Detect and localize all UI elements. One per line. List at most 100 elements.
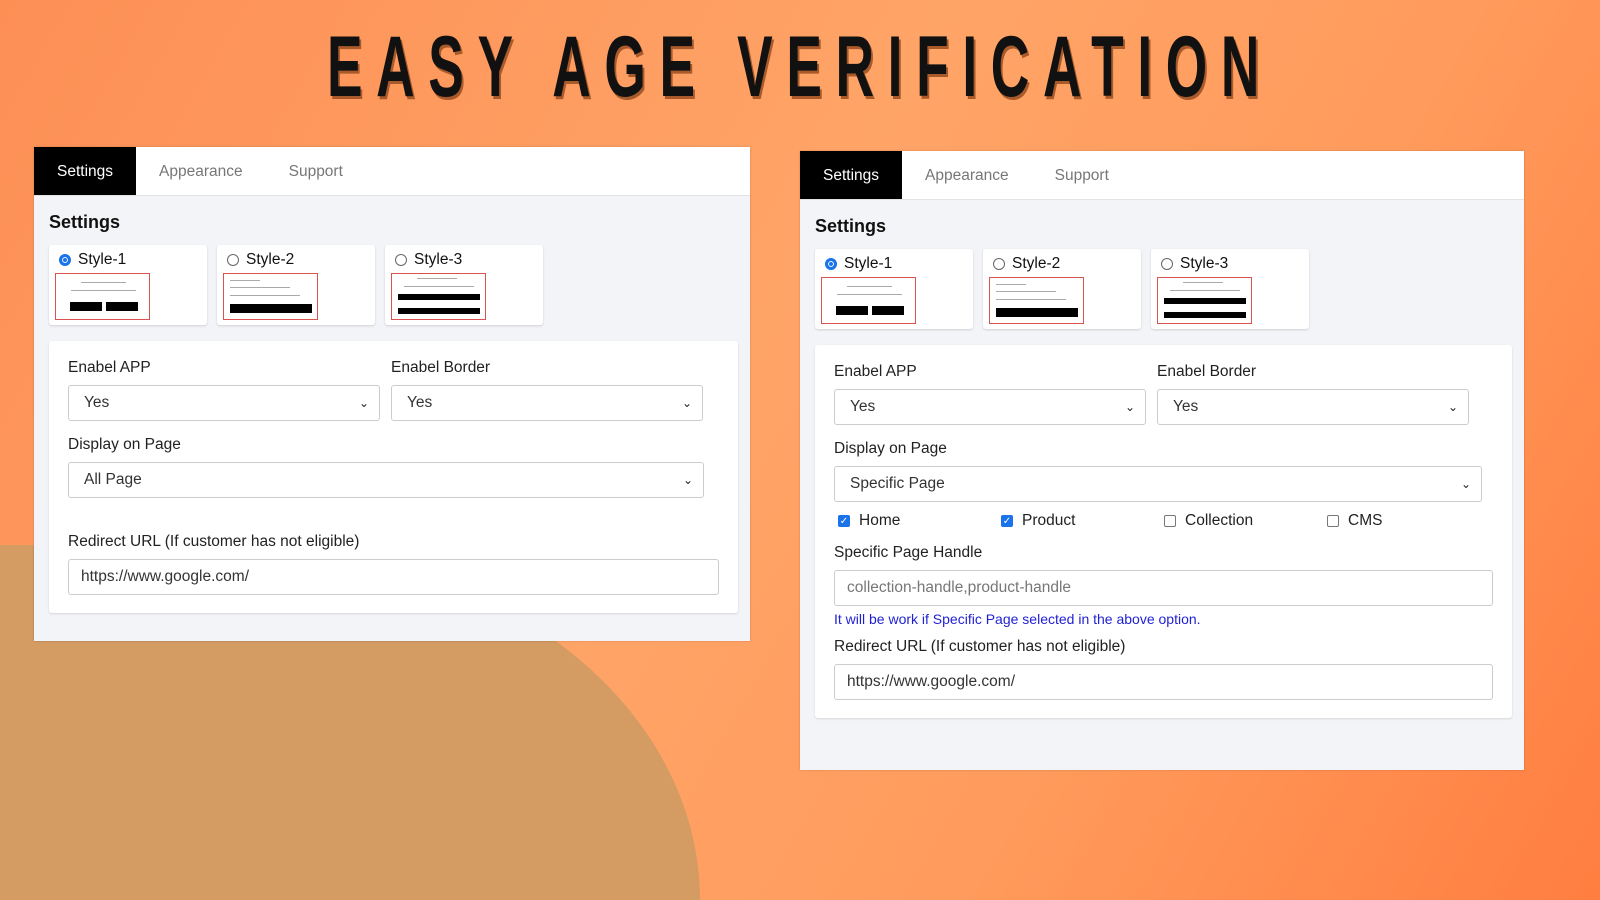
settings-panel-all-page: Settings Appearance Support Settings Style-1…: [34, 147, 750, 641]
checkbox-product[interactable]: ✓ Product: [1001, 512, 1164, 530]
style-options: Style-1 Style-2 Style-3: [49, 245, 750, 325]
style-label: Style-1: [844, 255, 893, 272]
radio-button[interactable]: [395, 254, 407, 266]
style-option-3[interactable]: Style-3: [1151, 249, 1309, 329]
style-preview-thumbnail: [223, 273, 318, 320]
chevron-down-icon: ⌄: [358, 396, 369, 410]
chevron-down-icon: ⌄: [681, 396, 692, 410]
display-on-page-select[interactable]: Specific Page ⌄: [834, 466, 1482, 502]
redirect-url-label: Redirect URL (If customer has not eligib…: [834, 638, 1126, 655]
redirect-url-input[interactable]: https://www.google.com/: [68, 559, 719, 595]
enable-app-group: Enabel APP Yes ⌄: [834, 363, 1146, 440]
tab-appearance[interactable]: Appearance: [902, 151, 1032, 199]
checkbox[interactable]: ✓: [838, 515, 850, 527]
display-on-page-value: Specific Page: [850, 475, 945, 492]
preview-element: [71, 290, 136, 291]
radio-button[interactable]: [227, 254, 239, 266]
radio-button[interactable]: [825, 258, 837, 270]
tab-bar: Settings Appearance Support: [34, 147, 750, 196]
preview-element: [996, 308, 1078, 317]
style-radio-row[interactable]: Style-1: [59, 251, 201, 269]
style-label: Style-3: [1180, 255, 1229, 272]
style-option-1[interactable]: Style-1: [49, 245, 207, 325]
preview-element: [837, 294, 902, 295]
tab-appearance[interactable]: Appearance: [136, 147, 266, 195]
section-heading: Settings: [49, 212, 121, 232]
checkbox-label: Collection: [1185, 512, 1254, 529]
preview-element: [230, 295, 300, 296]
tab-support[interactable]: Support: [1032, 151, 1132, 199]
enable-app-group: Enabel APP Yes ⌄: [68, 359, 380, 436]
chevron-down-icon: ⌄: [1460, 477, 1471, 491]
preview-element: [398, 294, 480, 300]
style-preview-thumbnail: [989, 277, 1084, 324]
preview-element: [1170, 290, 1240, 291]
style-label: Style-2: [1012, 255, 1061, 272]
style-radio-row[interactable]: Style-1: [825, 255, 967, 273]
checkbox-cms[interactable]: CMS: [1327, 512, 1490, 530]
style-radio-row[interactable]: Style-2: [227, 251, 369, 269]
preview-element: [1164, 298, 1246, 304]
preview-element: [836, 306, 868, 315]
specific-page-handle-input[interactable]: collection-handle,product-handle: [834, 570, 1493, 606]
style-radio-row[interactable]: Style-2: [993, 255, 1135, 273]
preview-element: [417, 278, 457, 279]
tab-settings[interactable]: Settings: [34, 147, 137, 195]
checkbox[interactable]: [1327, 515, 1339, 527]
enable-row: Enabel APP Yes ⌄ Enabel Border Yes ⌄: [68, 359, 719, 436]
enable-app-select[interactable]: Yes ⌄: [68, 385, 380, 421]
preview-element: [996, 291, 1056, 292]
style-radio-row[interactable]: Style-3: [395, 251, 537, 269]
enable-row: Enabel APP Yes ⌄ Enabel Border Yes ⌄: [834, 363, 1493, 440]
redirect-url-input[interactable]: https://www.google.com/: [834, 664, 1493, 700]
settings-form: Enabel APP Yes ⌄ Enabel Border Yes ⌄ Display o…: [815, 345, 1512, 718]
checkbox[interactable]: ✓: [1001, 515, 1013, 527]
enable-app-value: Yes: [850, 398, 876, 415]
preview-element: [1183, 282, 1223, 283]
radio-button[interactable]: [993, 258, 1005, 270]
preview-element: [872, 306, 904, 315]
style-label: Style-1: [78, 251, 127, 268]
tab-settings[interactable]: Settings: [800, 151, 903, 199]
enable-app-select[interactable]: Yes ⌄: [834, 389, 1146, 425]
chevron-down-icon: ⌄: [1124, 400, 1135, 414]
style-option-3[interactable]: Style-3: [385, 245, 543, 325]
tab-support[interactable]: Support: [266, 147, 366, 195]
chevron-down-icon: ⌄: [1447, 400, 1458, 414]
style-label: Style-3: [414, 251, 463, 268]
enable-app-label: Enabel APP: [834, 363, 917, 380]
preview-element: [996, 299, 1066, 300]
preview-element: [230, 280, 260, 281]
enable-border-group: Enabel Border Yes ⌄: [1157, 363, 1469, 440]
style-label: Style-2: [246, 251, 295, 268]
radio-button[interactable]: [1161, 258, 1173, 270]
style-option-2[interactable]: Style-2: [983, 249, 1141, 329]
preview-element: [847, 286, 892, 287]
style-option-2[interactable]: Style-2: [217, 245, 375, 325]
display-on-page-label: Display on Page: [834, 440, 947, 457]
enable-app-value: Yes: [84, 394, 110, 411]
style-option-1[interactable]: Style-1: [815, 249, 973, 329]
preview-element: [106, 302, 138, 311]
settings-panel-specific-page: Settings Appearance Support Settings Style-1…: [800, 151, 1524, 770]
display-on-page-select[interactable]: All Page ⌄: [68, 462, 704, 498]
checkbox[interactable]: [1164, 515, 1176, 527]
preview-element: [404, 286, 474, 287]
checkbox-home[interactable]: ✓ Home: [838, 512, 1001, 530]
radio-button[interactable]: [59, 254, 71, 266]
style-preview-thumbnail: [821, 277, 916, 324]
settings-form: Enabel APP Yes ⌄ Enabel Border Yes ⌄ Display o…: [49, 341, 738, 613]
display-on-page-label: Display on Page: [68, 436, 181, 453]
style-preview-thumbnail: [391, 273, 486, 320]
preview-element: [398, 308, 480, 314]
style-options: Style-1 Style-2 Style-3: [815, 249, 1524, 329]
style-radio-row[interactable]: Style-3: [1161, 255, 1303, 273]
enable-border-select[interactable]: Yes ⌄: [391, 385, 703, 421]
style-preview-thumbnail: [55, 273, 150, 320]
redirect-url-label: Redirect URL (If customer has not eligib…: [68, 533, 360, 550]
checkbox-collection[interactable]: Collection: [1164, 512, 1327, 530]
enable-border-group: Enabel Border Yes ⌄: [391, 359, 703, 436]
enable-border-select[interactable]: Yes ⌄: [1157, 389, 1469, 425]
display-on-page-value: All Page: [84, 471, 142, 488]
